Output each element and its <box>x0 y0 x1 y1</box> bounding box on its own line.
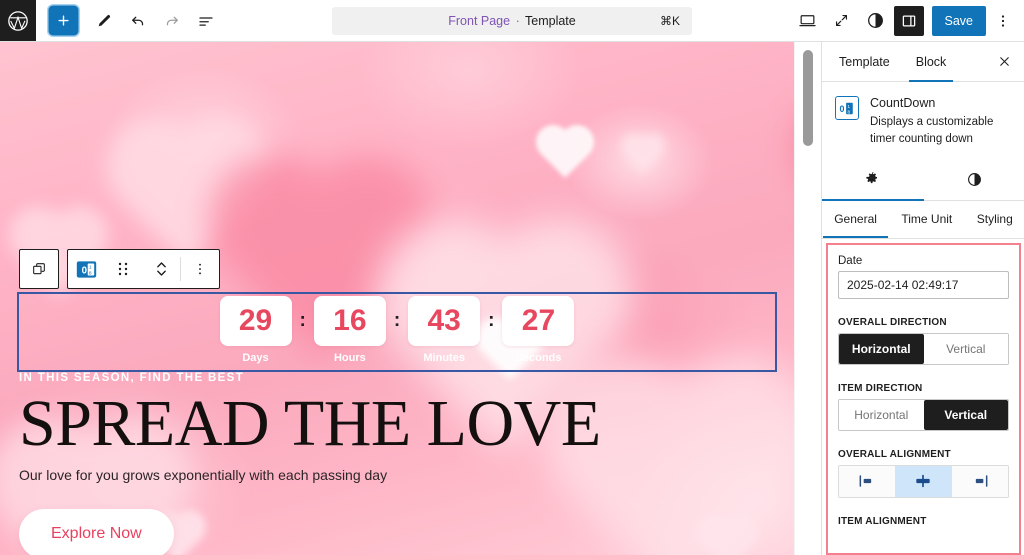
countdown-value-days: 29 <box>219 296 292 346</box>
item-direction-label: ITEM DIRECTION <box>838 382 923 394</box>
countdown-units: 29 Days : 16 Hours : 43 Minutes: 27 Sec… <box>214 296 581 364</box>
overall-direction-toggle: Horizontal Vertical <box>838 332 1009 365</box>
select-parent-block-icon[interactable] <box>20 251 58 287</box>
contrast-styles-icon <box>966 171 983 191</box>
page-title[interactable]: SPREAD THE LOVE <box>19 390 795 458</box>
block-info-text: CountDown Displays a customizable timer … <box>870 95 1011 148</box>
svg-text:1: 1 <box>88 264 91 270</box>
canvas-scrollbar-thumb[interactable] <box>803 50 813 146</box>
hero-subtitle[interactable]: Our love for you grows exponentially wit… <box>19 467 795 483</box>
countdown-label-minutes: Minutes <box>423 352 465 364</box>
block-info-card: 0 1 8 CountDown Displays a customizable … <box>822 82 1024 162</box>
sidebar-tab-bar: Template Block <box>822 42 1024 82</box>
tab-general[interactable]: General <box>823 201 888 239</box>
hero-content: IN THIS SEASON, FIND THE BEST SPREAD THE… <box>19 372 795 555</box>
countdown-unit-hours: 16 Hours <box>308 296 392 364</box>
countdown-block[interactable]: 29 Days : 16 Hours : 43 Minutes: 27 Sec… <box>17 292 777 372</box>
sidebar-icon-tab-bar <box>822 162 1024 201</box>
general-settings-panel: Date OVERALL DIRECTION Horizontal Vertic… <box>826 242 1021 555</box>
svg-text:0: 0 <box>81 265 86 276</box>
align-center-icon[interactable] <box>895 465 952 497</box>
tools-pencil-icon[interactable] <box>89 6 119 36</box>
item-direction-toggle: Horizontal Vertical <box>838 398 1009 431</box>
document-title-bar[interactable]: Front Page · Template ⌘K <box>332 6 692 35</box>
more-options-vertical-icon[interactable] <box>990 5 1016 37</box>
desktop-preview-icon[interactable] <box>792 5 824 37</box>
top-bar-left-tools <box>36 6 225 36</box>
document-title: Front Page · Template <box>448 14 575 28</box>
date-field-label: Date <box>838 254 863 267</box>
save-button[interactable]: Save <box>931 5 986 36</box>
countdown-block-icon[interactable]: 0 1 8 <box>68 251 104 287</box>
svg-text:0: 0 <box>839 104 844 114</box>
redo-arrow-icon[interactable] <box>157 6 187 36</box>
item-alignment-label: ITEM ALIGNMENT <box>838 515 927 527</box>
countdown-unit-seconds: 27 Seconds <box>496 296 580 364</box>
canvas-scrollbar[interactable] <box>794 42 821 555</box>
wordpress-logo-icon[interactable] <box>0 0 36 41</box>
overall-alignment-group <box>838 464 1009 498</box>
panel-sub-tab-bar: General Time Unit Styling <box>822 201 1024 239</box>
block-description: Displays a customizable timer counting d… <box>870 116 994 145</box>
tab-settings-gear[interactable] <box>822 162 924 201</box>
document-separator: · <box>515 13 520 28</box>
top-bar-right-tools: Save <box>792 5 1024 37</box>
overall-alignment-label: OVERALL ALIGNMENT <box>838 448 951 460</box>
drag-handle-icon[interactable] <box>104 251 142 287</box>
editor-canvas[interactable]: IN THIS SEASON, FIND THE BEST SPREAD THE… <box>0 42 795 555</box>
countdown-unit-minutes: 43 Minutes <box>402 296 486 364</box>
contrast-styles-icon[interactable] <box>860 5 892 37</box>
document-type: Template <box>525 13 576 28</box>
block-options-icon[interactable] <box>181 251 219 287</box>
countdown-separator: : <box>299 310 306 331</box>
countdown-value-hours: 16 <box>313 296 386 346</box>
countdown-label-seconds: Seconds <box>515 352 562 364</box>
tab-block[interactable]: Block <box>903 43 960 82</box>
editor-body: IN THIS SEASON, FIND THE BEST SPREAD THE… <box>0 42 1024 555</box>
item-direction-horizontal[interactable]: Horizontal <box>839 399 924 430</box>
editor-canvas-area: IN THIS SEASON, FIND THE BEST SPREAD THE… <box>0 42 821 555</box>
explore-now-button[interactable]: Explore Now <box>19 509 174 555</box>
countdown-value-minutes: 43 <box>408 296 481 346</box>
countdown-block-icon: 0 1 8 <box>835 96 859 120</box>
move-up-down-icon[interactable] <box>142 251 180 287</box>
settings-sidebar: Template Block 0 1 8 CountDown Displays … <box>821 42 1024 555</box>
list-view-icon[interactable] <box>191 6 221 36</box>
gear-settings-icon <box>865 171 881 190</box>
item-direction-vertical[interactable]: Vertical <box>923 399 1008 430</box>
countdown-label-days: Days <box>242 352 269 364</box>
overall-direction-horizontal[interactable]: Horizontal <box>839 333 924 364</box>
zoom-out-icon[interactable] <box>826 5 858 37</box>
countdown-value-seconds: 27 <box>502 296 575 346</box>
tab-styling[interactable]: Styling <box>970 201 1020 237</box>
tab-template[interactable]: Template <box>826 43 903 81</box>
align-left-icon[interactable] <box>839 465 896 497</box>
tab-styles-contrast[interactable] <box>924 162 1024 200</box>
block-title: CountDown <box>870 96 936 110</box>
date-field[interactable] <box>838 270 1009 299</box>
command-shortcut: ⌘K <box>659 13 680 28</box>
add-block-button[interactable] <box>50 7 77 34</box>
undo-arrow-icon[interactable] <box>123 6 153 36</box>
document-page-name: Front Page <box>448 13 511 28</box>
hero-eyebrow: IN THIS SEASON, FIND THE BEST <box>19 372 245 384</box>
block-actions-group: 0 1 8 <box>67 249 220 289</box>
svg-text:8: 8 <box>88 270 91 276</box>
overall-direction-label: OVERALL DIRECTION <box>838 316 947 328</box>
countdown-separator: : <box>393 310 401 331</box>
overall-direction-vertical[interactable]: Vertical <box>923 333 1008 364</box>
decorative-heart-icon <box>540 129 590 179</box>
tab-time-unit[interactable]: Time Unit <box>894 201 959 237</box>
decorative-heart-icon <box>624 136 662 174</box>
block-toolbar: 0 1 8 <box>19 249 220 289</box>
parent-block-group <box>19 249 59 289</box>
countdown-unit-days: 29 Days <box>214 296 298 364</box>
editor-top-bar: Front Page · Template ⌘K Save <box>0 0 1024 42</box>
countdown-label-hours: Hours <box>333 352 366 364</box>
align-right-icon[interactable] <box>951 465 1008 497</box>
close-icon[interactable] <box>989 47 1019 77</box>
settings-sidebar-icon[interactable] <box>893 5 924 36</box>
site-editor-app: Front Page · Template ⌘K Save IN THIS SE… <box>0 0 1024 555</box>
countdown-separator: : <box>488 310 495 331</box>
